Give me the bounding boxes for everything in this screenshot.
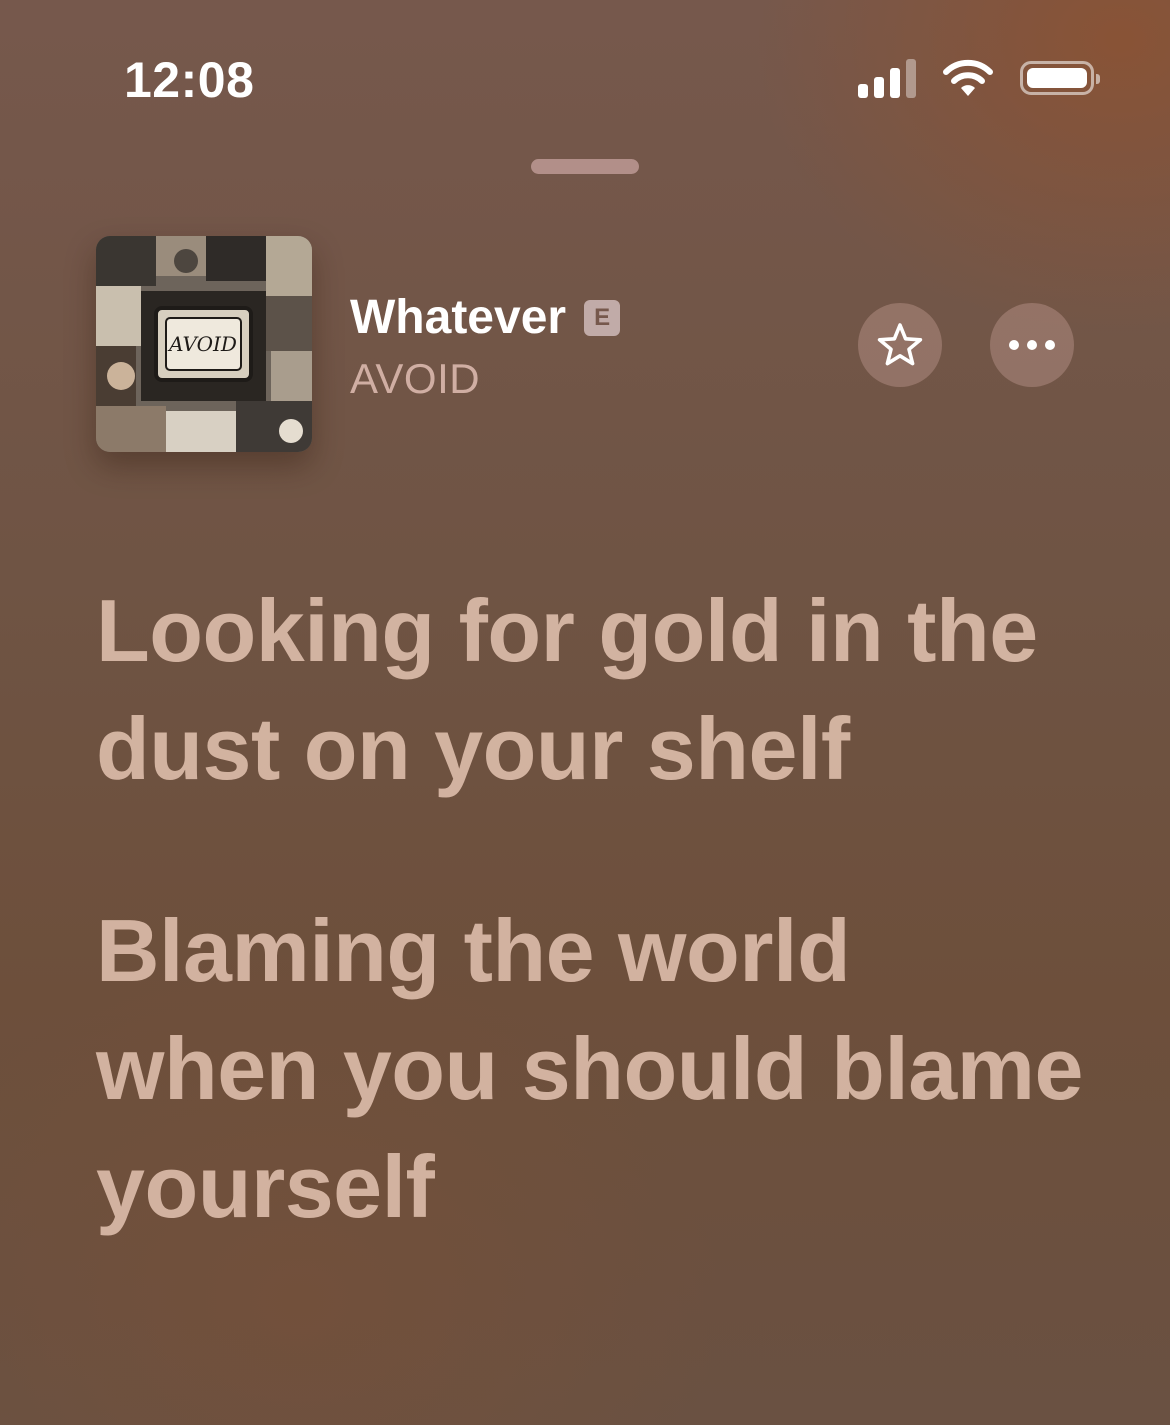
more-button[interactable] xyxy=(990,303,1074,387)
ellipsis-icon xyxy=(1009,340,1055,350)
artist-name[interactable]: AVOID xyxy=(350,354,480,404)
song-title: Whatever xyxy=(350,291,567,344)
status-icons xyxy=(858,56,1100,100)
lyric-line[interactable]: Looking for gold in the dust on your she… xyxy=(96,572,1096,808)
sheet-grabber[interactable] xyxy=(531,159,639,174)
lyric-line[interactable]: Blaming the world when you should blame … xyxy=(96,892,1096,1246)
album-artwork[interactable]: AVOID xyxy=(96,236,312,452)
battery-icon xyxy=(1020,61,1100,95)
svg-text:AVOID: AVOID xyxy=(167,332,237,356)
star-icon xyxy=(877,323,923,366)
song-title-row[interactable]: Whatever E xyxy=(350,290,621,346)
cellular-signal-icon xyxy=(858,58,916,98)
lyrics-panel[interactable]: Looking for gold in the dust on your she… xyxy=(96,572,1096,1330)
favorite-button[interactable] xyxy=(858,303,942,387)
explicit-badge: E xyxy=(584,300,621,336)
wifi-icon xyxy=(943,59,993,96)
status-time: 12:08 xyxy=(124,52,255,108)
